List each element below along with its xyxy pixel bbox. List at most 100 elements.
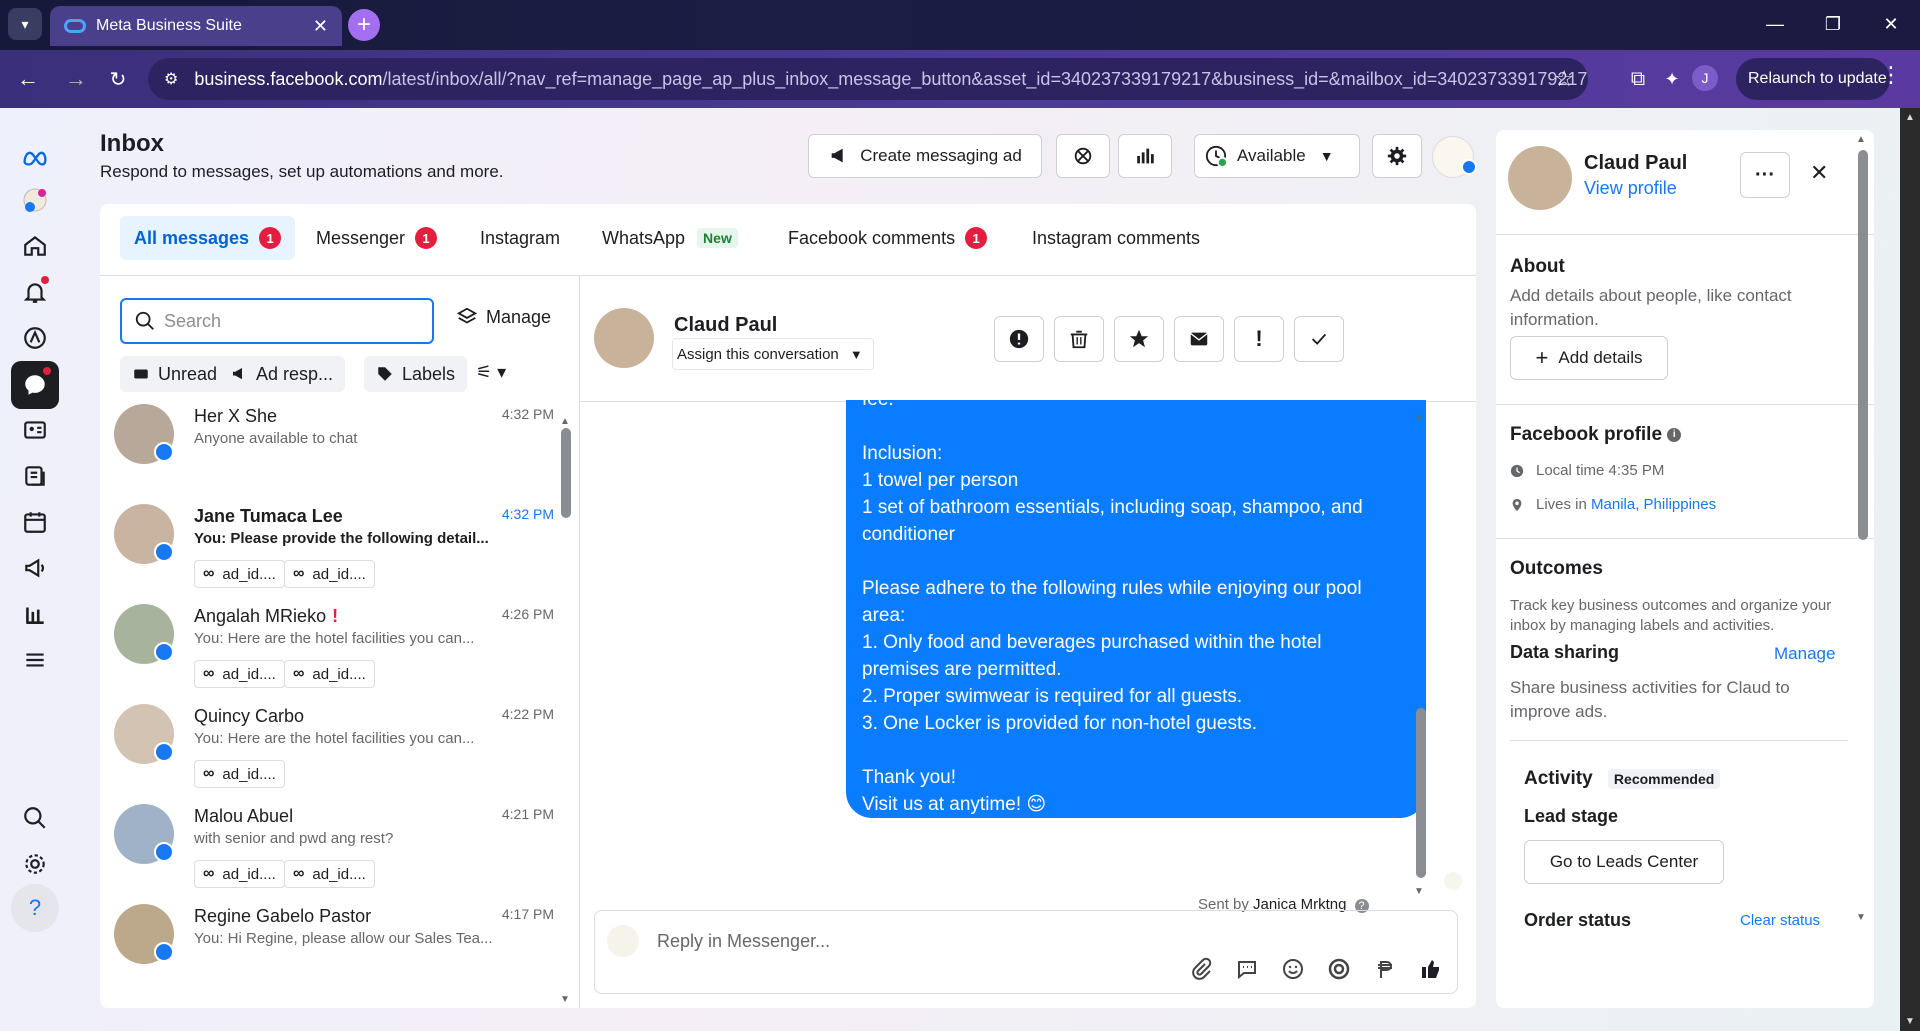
tab-instagram[interactable]: Instagram bbox=[466, 216, 574, 260]
new-tab-button[interactable]: + bbox=[348, 9, 380, 41]
content-icon[interactable] bbox=[11, 452, 59, 500]
ad-id-chip[interactable]: ∞ ad_id.... bbox=[194, 660, 285, 688]
delete-button[interactable] bbox=[1054, 316, 1104, 362]
scroll-down-arrow[interactable]: ▼ bbox=[1414, 886, 1424, 897]
data-sharing-manage-link[interactable]: Manage bbox=[1774, 644, 1835, 664]
scroll-down-arrow[interactable]: ▼ bbox=[560, 994, 570, 1005]
insights-icon[interactable] bbox=[11, 590, 59, 638]
home-icon[interactable] bbox=[11, 222, 59, 270]
help-icon[interactable]: ? bbox=[11, 884, 59, 932]
automations-button[interactable] bbox=[1056, 134, 1110, 178]
back-icon[interactable]: ← bbox=[12, 63, 44, 95]
assign-conversation-dropdown[interactable]: Assign this conversation ▼ bbox=[672, 338, 874, 370]
site-info-icon[interactable]: ⚙ bbox=[164, 69, 178, 89]
ad-id-chip[interactable]: ∞ ad_id.... bbox=[284, 860, 375, 888]
ad-id-chip[interactable]: ∞ ad_id.... bbox=[284, 560, 375, 588]
reply-composer[interactable]: Reply in Messenger... bbox=[594, 910, 1458, 994]
relaunch-button[interactable]: Relaunch to update bbox=[1736, 58, 1890, 100]
contacts-icon[interactable] bbox=[11, 406, 59, 454]
page-scrollbar[interactable]: ▲ ▼ bbox=[1900, 108, 1920, 1031]
location-link[interactable]: Manila, Philippines bbox=[1591, 496, 1716, 513]
ad-id-chip[interactable]: ∞ ad_id.... bbox=[194, 760, 285, 788]
star-button[interactable] bbox=[1114, 316, 1164, 362]
contact-avatar[interactable] bbox=[594, 308, 654, 368]
follow-up-button[interactable]: ! bbox=[1234, 316, 1284, 362]
conversation-item[interactable]: Her X She Anyone available to chat 4:32 … bbox=[114, 396, 554, 492]
scroll-up-arrow[interactable]: ▲ bbox=[1414, 412, 1424, 423]
menu-icon[interactable] bbox=[11, 636, 59, 684]
scroll-up-arrow[interactable]: ▲ bbox=[560, 416, 570, 427]
search-icon[interactable] bbox=[11, 794, 59, 842]
details-scrollbar[interactable] bbox=[1858, 150, 1868, 540]
mark-spam-button[interactable] bbox=[994, 316, 1044, 362]
tab-search-button[interactable]: ▾ bbox=[8, 8, 42, 40]
tab-instagram-comments[interactable]: Instagram comments bbox=[1018, 216, 1214, 260]
forward-icon[interactable]: → bbox=[60, 63, 92, 95]
insights-button[interactable] bbox=[1118, 134, 1172, 178]
conversation-item[interactable]: Angalah MRieko! You: Here are the hotel … bbox=[114, 596, 554, 692]
conversation-item[interactable]: Quincy Carbo You: Here are the hotel fac… bbox=[114, 696, 554, 792]
close-tab-icon[interactable]: ✕ bbox=[313, 16, 328, 37]
ad-id-chip[interactable]: ∞ ad_id.... bbox=[194, 560, 285, 588]
profile-avatar[interactable]: J bbox=[1692, 65, 1718, 91]
go-to-leads-center-button[interactable]: Go to Leads Center bbox=[1524, 840, 1724, 884]
availability-dropdown[interactable]: Available ▼ bbox=[1194, 134, 1360, 178]
scroll-up-arrow[interactable]: ▲ bbox=[1856, 134, 1866, 145]
filter-unread-chip[interactable]: Unread bbox=[120, 356, 230, 392]
mark-unread-button[interactable] bbox=[1174, 316, 1224, 362]
saved-replies-icon[interactable] bbox=[1231, 953, 1263, 985]
page-avatar[interactable] bbox=[11, 176, 59, 224]
conversation-item[interactable]: Regine Gabelo Pastor You: Hi Regine, ple… bbox=[114, 896, 554, 992]
attachment-icon[interactable] bbox=[1185, 953, 1217, 985]
ads-compass-icon[interactable] bbox=[11, 314, 59, 362]
clear-status-link[interactable]: Clear status bbox=[1740, 912, 1820, 929]
add-details-button[interactable]: + Add details bbox=[1510, 336, 1668, 380]
calendar-icon[interactable] bbox=[11, 498, 59, 546]
tab-all-messages[interactable]: All messages 1 bbox=[120, 216, 296, 260]
inbox-icon[interactable] bbox=[11, 361, 59, 409]
extensions-icon[interactable]: ⧉ bbox=[1622, 63, 1654, 95]
close-icon[interactable]: ✕ bbox=[1810, 160, 1828, 186]
tab-facebook-comments[interactable]: Facebook comments 1 bbox=[774, 216, 1001, 260]
address-bar[interactable]: ⚙ business.facebook.com/latest/inbox/all… bbox=[148, 58, 1588, 100]
settings-gear-icon[interactable] bbox=[11, 840, 59, 888]
minimize-button[interactable]: — bbox=[1746, 0, 1804, 48]
notifications-icon[interactable] bbox=[11, 268, 59, 316]
bookmark-star-icon[interactable]: ☆ bbox=[1554, 66, 1574, 92]
tab-whatsapp[interactable]: WhatsApp New bbox=[588, 216, 752, 260]
info-icon[interactable]: i bbox=[1667, 427, 1682, 442]
restore-button[interactable]: ❐ bbox=[1804, 0, 1862, 48]
browser-menu-icon[interactable]: ⋮ bbox=[1880, 62, 1902, 88]
reload-icon[interactable]: ↻ bbox=[102, 63, 134, 95]
chat-scrollbar[interactable] bbox=[1416, 708, 1426, 878]
search-input[interactable]: Search bbox=[120, 298, 434, 344]
conversation-list-scrollbar[interactable] bbox=[561, 428, 571, 518]
business-avatar[interactable] bbox=[1432, 136, 1477, 178]
scroll-down-arrow[interactable]: ▼ bbox=[1856, 912, 1866, 923]
contact-avatar[interactable] bbox=[1508, 146, 1572, 210]
conversation-item[interactable]: Malou Abuel with senior and pwd ang rest… bbox=[114, 796, 554, 892]
manage-button[interactable]: Manage bbox=[456, 306, 551, 328]
filter-ad-responses-chip[interactable]: Ad resp... bbox=[218, 356, 346, 392]
gif-icon[interactable] bbox=[1323, 953, 1355, 985]
ad-id-chip[interactable]: ∞ ad_id.... bbox=[194, 860, 285, 888]
megaphone-icon[interactable] bbox=[11, 544, 59, 592]
browser-tab[interactable]: Meta Business Suite ✕ bbox=[50, 6, 342, 46]
more-options-button[interactable]: ··· bbox=[1740, 152, 1790, 198]
ad-id-chip[interactable]: ∞ ad_id.... bbox=[284, 660, 375, 688]
conversation-item[interactable]: Jane Tumaca Lee You: Please provide the … bbox=[114, 496, 554, 592]
reply-input[interactable]: Reply in Messenger... bbox=[657, 931, 830, 952]
close-window-button[interactable]: ✕ bbox=[1862, 0, 1920, 48]
filter-sliders-icon[interactable]: ⚟ ▾ bbox=[476, 362, 506, 383]
payment-icon[interactable] bbox=[1369, 953, 1401, 985]
create-messaging-ad-button[interactable]: Create messaging ad bbox=[808, 134, 1042, 178]
settings-button[interactable] bbox=[1372, 134, 1422, 178]
emoji-icon[interactable] bbox=[1277, 953, 1309, 985]
meta-logo-icon[interactable] bbox=[11, 134, 59, 182]
message-bubble[interactable]: fee. Inclusion: 1 towel per person 1 set o… bbox=[846, 400, 1426, 818]
tab-messenger[interactable]: Messenger 1 bbox=[302, 216, 451, 260]
sparkle-icon[interactable]: ✦ bbox=[1656, 63, 1688, 95]
mark-done-button[interactable] bbox=[1294, 316, 1344, 362]
thumbs-up-icon[interactable] bbox=[1415, 953, 1447, 985]
view-profile-link[interactable]: View profile bbox=[1584, 178, 1677, 199]
